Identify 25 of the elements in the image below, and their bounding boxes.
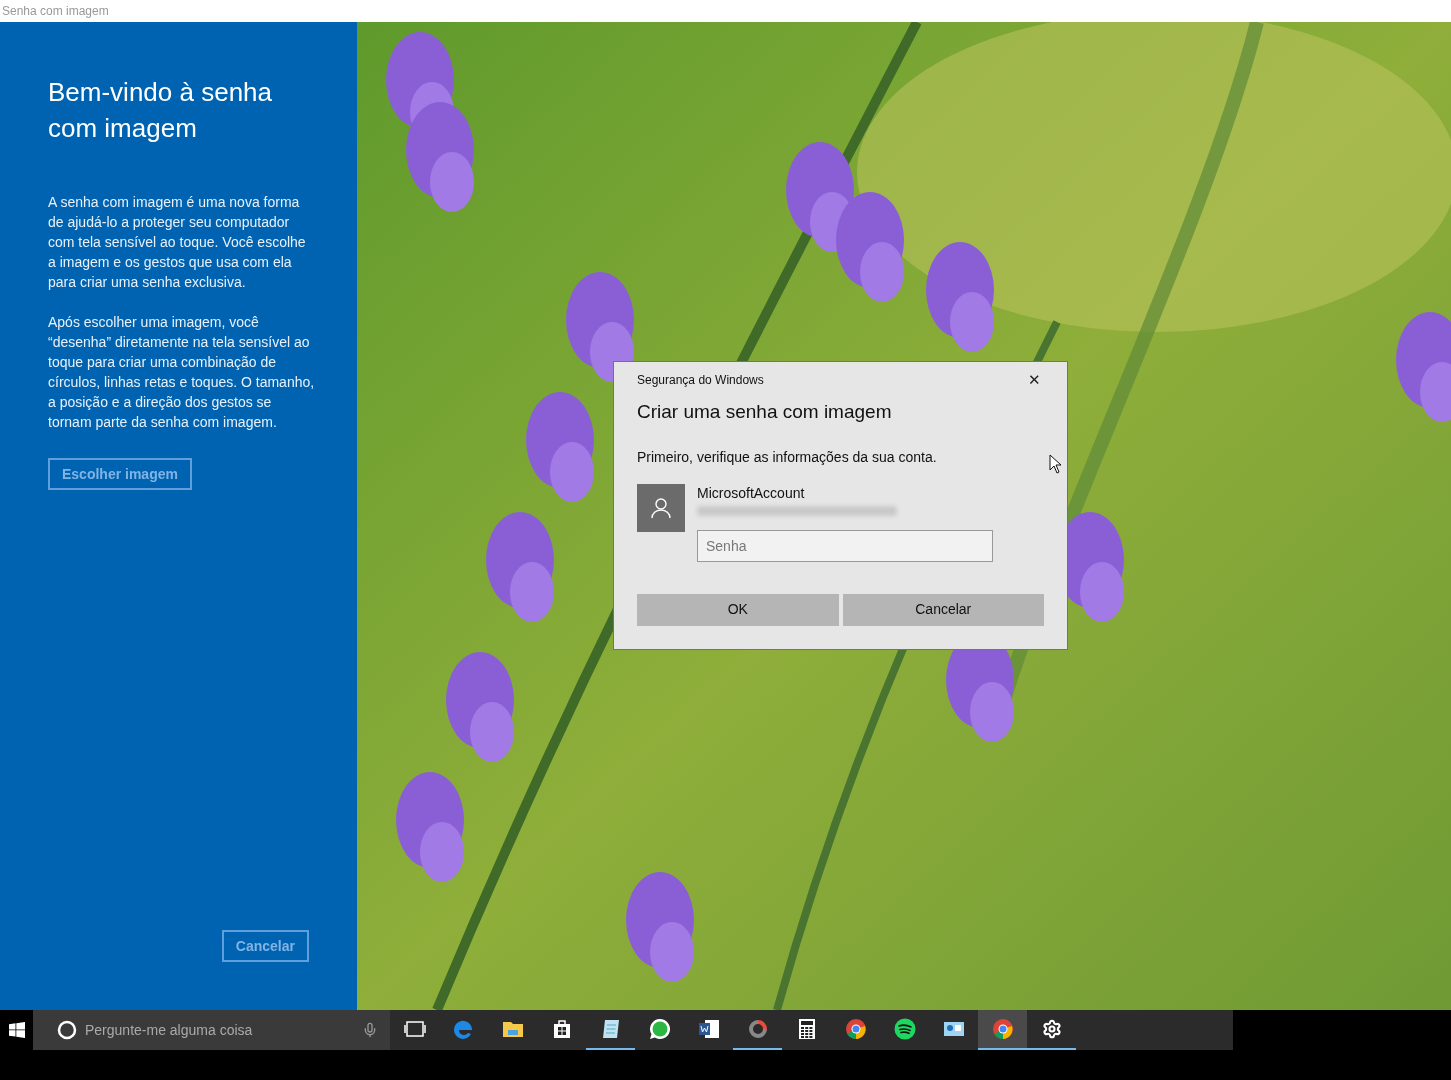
dialog-title: Criar uma senha com imagem bbox=[637, 400, 893, 424]
dialog-instruction: Primeiro, verifique as informações da sua conta. bbox=[637, 447, 938, 467]
windows-logo-icon bbox=[8, 1022, 25, 1038]
description-paragraph: Após escolher uma imagem, você “desenha” diretamente na tela sensível ao toque para criar uma combinação de círculos, linhas retas e toques. O tamanho, a posição e a direção dos gestos se tornam parte da senha com imagem. bbox=[48, 313, 316, 432]
close-button[interactable]: ✕ bbox=[1024, 370, 1044, 390]
ok-button[interactable]: OK bbox=[637, 593, 839, 626]
search-field[interactable]: Pergunte-me alguma coisa bbox=[85, 1019, 354, 1041]
sound-waves-icon bbox=[892, 1017, 917, 1041]
user-icon bbox=[651, 496, 671, 519]
password-field[interactable]: Senha bbox=[697, 529, 993, 562]
panel-heading: Bem-vindo à senha com imagem bbox=[48, 76, 274, 145]
pointer-icon bbox=[1049, 454, 1061, 474]
microphone-icon bbox=[362, 1022, 378, 1038]
description-paragraph: A senha com imagem é uma nova forma de ajudá-lo a proteger seu computador com tela sensível ao toque. Você escolhe a imagem e os gestos que usa com ela para criar uma senha exclusiva. bbox=[48, 193, 307, 292]
window-title: Senha com imagem bbox=[2, 3, 109, 20]
document-icon bbox=[696, 1017, 721, 1041]
gear-icon bbox=[1041, 1019, 1062, 1039]
chat-bubble-icon bbox=[647, 1017, 672, 1041]
account-name: MicrosoftAccount bbox=[697, 483, 806, 502]
cortana-icon bbox=[57, 1020, 77, 1040]
dialog-caption: Segurança do Windows bbox=[637, 372, 764, 389]
search-box[interactable]: Pergunte-me alguma coisa bbox=[33, 1010, 390, 1050]
browser-icon bbox=[990, 1017, 1015, 1041]
cancel-button[interactable]: Cancelar bbox=[842, 593, 1044, 626]
browser-icon bbox=[843, 1017, 868, 1041]
